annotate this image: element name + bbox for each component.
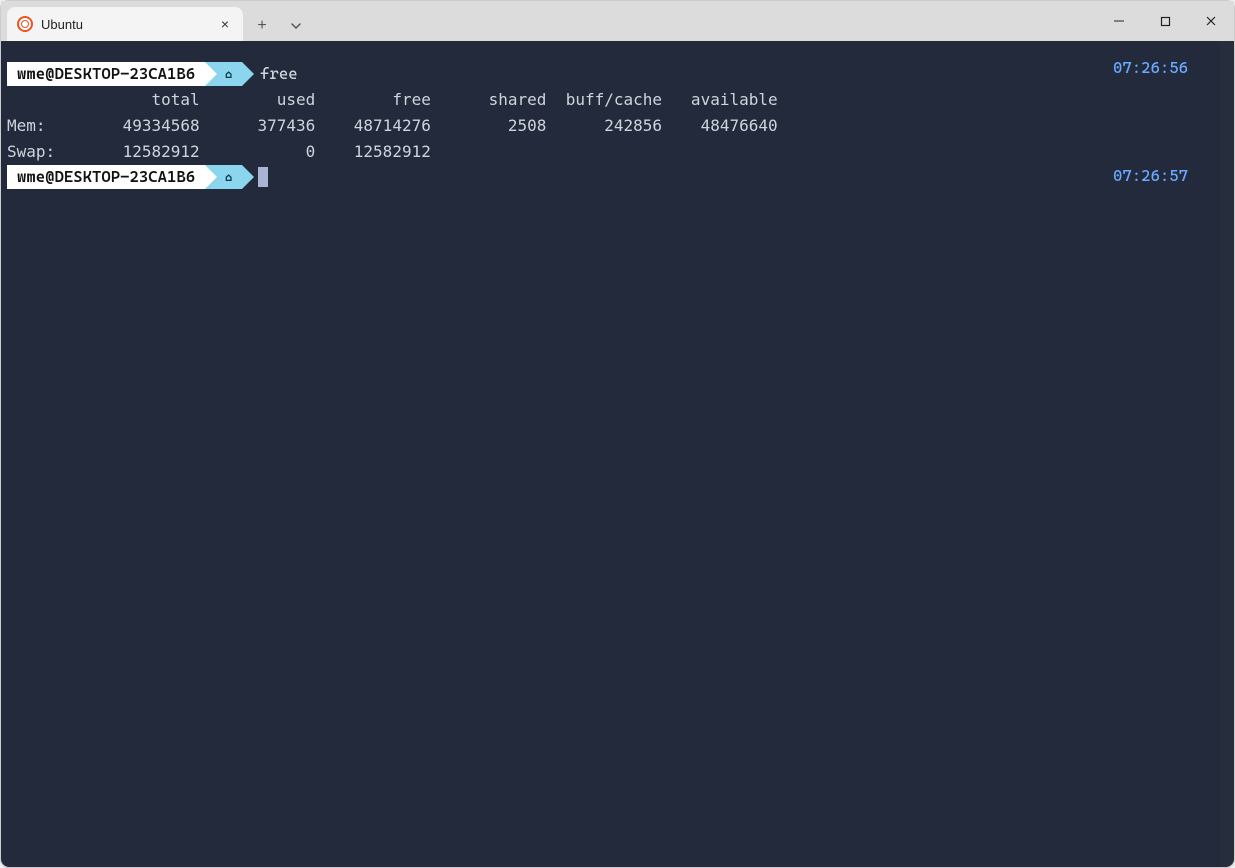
titlebar: Ubuntu × + <box>1 1 1234 41</box>
new-tab-button[interactable]: + <box>247 11 277 41</box>
timestamp-2: 07:26:57 <box>1113 163 1188 189</box>
command-text: free <box>260 61 298 87</box>
terminal-viewport[interactable]: 07:26:56 07:26:57 wme@DESKTOP-23CA1B6 ⌂ … <box>1 41 1234 867</box>
tab-title: Ubuntu <box>41 17 209 32</box>
prompt-userhost: wme@DESKTOP-23CA1B6 <box>7 62 205 86</box>
ubuntu-icon <box>17 16 33 32</box>
close-tab-icon[interactable]: × <box>217 16 233 32</box>
free-output: total used free shared buff/cache availa… <box>7 87 1230 165</box>
prompt-line-2: wme@DESKTOP-23CA1B6 ⌂ <box>7 165 1230 189</box>
chevron-down-icon <box>290 20 302 32</box>
terminal-cursor <box>258 167 268 187</box>
tab-ubuntu[interactable]: Ubuntu × <box>7 7 243 41</box>
home-icon: ⌂ <box>225 164 232 190</box>
prompt-line-1: wme@DESKTOP-23CA1B6 ⌂ free <box>7 61 1230 87</box>
tab-dropdown-button[interactable] <box>281 11 311 41</box>
home-icon: ⌂ <box>225 61 232 87</box>
window-controls <box>1096 1 1234 41</box>
timestamp-1: 07:26:56 <box>1113 55 1188 81</box>
close-window-button[interactable] <box>1188 1 1234 41</box>
prompt-userhost: wme@DESKTOP-23CA1B6 <box>7 165 205 189</box>
scrollbar[interactable] <box>1220 41 1234 867</box>
minimize-button[interactable] <box>1096 1 1142 41</box>
maximize-button[interactable] <box>1142 1 1188 41</box>
